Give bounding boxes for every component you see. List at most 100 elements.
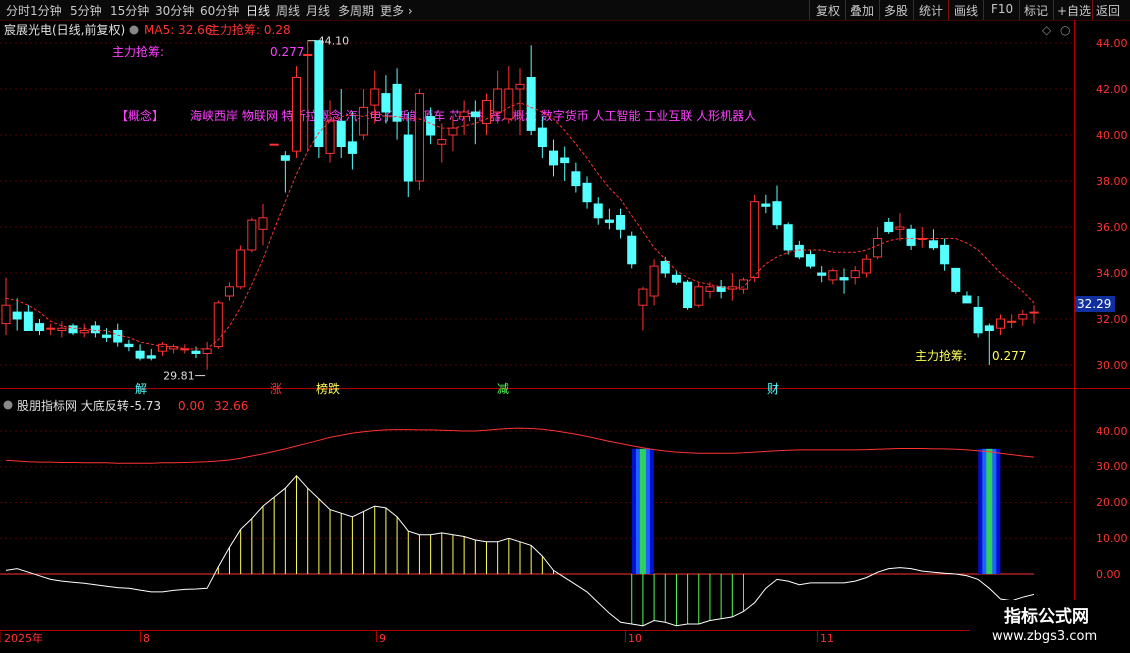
candle-body: [526, 77, 536, 131]
candle-body: [783, 224, 793, 251]
toolbar-divider: [913, 0, 914, 20]
indicator-value-2: 0.00: [178, 399, 205, 413]
candle-body: [314, 40, 324, 148]
tab-5min[interactable]: 5分钟: [70, 2, 102, 19]
candle-body: [381, 93, 391, 113]
candle-body: [291, 77, 302, 152]
candle-body: [459, 111, 469, 118]
toolbar-divider: [1019, 0, 1020, 20]
indicator-title: 股朋指标网 大底反转: [17, 398, 129, 413]
multi-stock-button[interactable]: 多股: [884, 2, 908, 19]
more-label: 更多: [380, 4, 405, 18]
event-marker[interactable]: 解: [135, 382, 147, 396]
candle-body: [705, 286, 715, 292]
low-price-label: 29.81: [163, 370, 195, 383]
candle-body: [493, 88, 503, 113]
candle-body: [873, 238, 883, 258]
tab-fenshi[interactable]: 分时: [6, 2, 30, 19]
tab-15min[interactable]: 15分钟: [110, 2, 149, 19]
tab-1min[interactable]: 1分钟: [30, 2, 62, 19]
signal-bar-core: [639, 448, 646, 574]
candle-body: [794, 244, 804, 258]
toolbar-divider: [1053, 0, 1054, 20]
y-tick-label: 38.00: [1096, 175, 1128, 188]
candle-body: [951, 267, 961, 292]
tab-30min[interactable]: 30分钟: [155, 2, 194, 19]
indicator-settings-icon[interactable]: [3, 400, 13, 410]
top-toolbar: 分时 1分钟 5分钟 15分钟 30分钟 60分钟 日线 周线 月线 多周期 更…: [0, 0, 1130, 21]
candle-body: [135, 350, 145, 359]
candle-body: [437, 139, 447, 145]
y-tick-label: 36.00: [1096, 221, 1128, 234]
candle-body: [683, 281, 693, 309]
x-tick-label: 8: [143, 632, 150, 645]
chart-area[interactable]: 宸展光电(日线,前复权) MA5: 32.66 主力抢筹: 0.28 ◇ ○ 主…: [0, 20, 1130, 650]
candle-body: [850, 270, 860, 279]
y-tick-label: 34.00: [1096, 267, 1128, 280]
candle-body: [157, 343, 167, 352]
candle-body: [1007, 320, 1017, 323]
candle-body: [805, 254, 816, 267]
tab-monthly[interactable]: 月线: [306, 2, 330, 19]
candle-body: [90, 325, 100, 334]
toolbar-divider: [879, 0, 880, 20]
y-tick-label: 0.00: [1096, 568, 1121, 581]
candle-body: [928, 240, 938, 249]
y-tick-label: 20.00: [1096, 496, 1128, 509]
ma-line: [5, 102, 1035, 350]
indicator-y-axis: 40.00 30.00 20.00 10.00 0.00: [1096, 425, 1128, 581]
tab-60min[interactable]: 60分钟: [200, 2, 239, 19]
candle-body: [224, 286, 235, 297]
draw-line-button[interactable]: 画线: [954, 2, 978, 19]
main-force-label: 主力抢筹: 0.28: [208, 22, 291, 37]
y-tick-label: 10.00: [1096, 532, 1128, 545]
candle-body: [426, 116, 436, 136]
candle-body: [548, 150, 559, 166]
candle-body: [124, 343, 134, 348]
right-note-value: 0.277: [992, 349, 1026, 363]
tab-weekly[interactable]: 周线: [276, 2, 300, 19]
candle-body: [571, 171, 581, 187]
candle-body: [23, 311, 33, 332]
overlay-button[interactable]: 叠加: [850, 2, 874, 19]
back-button[interactable]: 返回: [1096, 2, 1120, 19]
circle-icon[interactable]: ○: [1060, 23, 1070, 37]
candle-body: [1029, 311, 1039, 314]
candle-body: [828, 270, 838, 281]
x-tick-label: 10: [628, 632, 642, 645]
candle-body: [34, 323, 45, 332]
candle-body: [772, 201, 782, 226]
price-chart: 44.10 29.81: [0, 35, 1074, 383]
tab-daily[interactable]: 日线: [246, 2, 270, 19]
settings-dot-icon[interactable]: [129, 25, 139, 35]
candle-body: [537, 127, 547, 147]
candle-body: [79, 330, 89, 334]
fuquan-button[interactable]: 复权: [816, 2, 840, 19]
candle-body: [895, 226, 905, 230]
watermark-url: www.zbgs3.com: [992, 629, 1097, 644]
signal-bar-core: [986, 448, 993, 574]
x-tick-label: 11: [820, 632, 834, 645]
y-tick-label: 32.00: [1096, 313, 1128, 326]
tab-multi-period[interactable]: 多周期: [338, 2, 374, 19]
event-marker[interactable]: 财: [767, 382, 779, 396]
candle-body: [269, 143, 279, 146]
candle-body: [202, 348, 212, 354]
y-tick-label: 30.00: [1096, 460, 1128, 473]
left-note-label: 主力抢筹:: [112, 44, 164, 59]
tab-more[interactable]: 更多 ›: [380, 2, 413, 19]
candle-body: [146, 355, 156, 359]
watermark: 指标公式网 www.zbgs3.com: [970, 600, 1130, 650]
add-watchlist-button[interactable]: +自选: [1057, 2, 1091, 19]
candle-body: [481, 100, 492, 124]
candle-body: [325, 120, 335, 154]
candle-body: [582, 182, 592, 203]
event-marker[interactable]: 减: [497, 382, 509, 396]
event-marker[interactable]: 涨: [270, 381, 282, 396]
statistics-button[interactable]: 统计: [919, 2, 943, 19]
event-marker[interactable]: 榜跌: [316, 381, 340, 396]
mark-button[interactable]: 标记: [1024, 2, 1048, 19]
f10-button[interactable]: F10: [991, 2, 1013, 16]
candle-body: [359, 106, 369, 136]
diamond-icon[interactable]: ◇: [1042, 23, 1052, 37]
